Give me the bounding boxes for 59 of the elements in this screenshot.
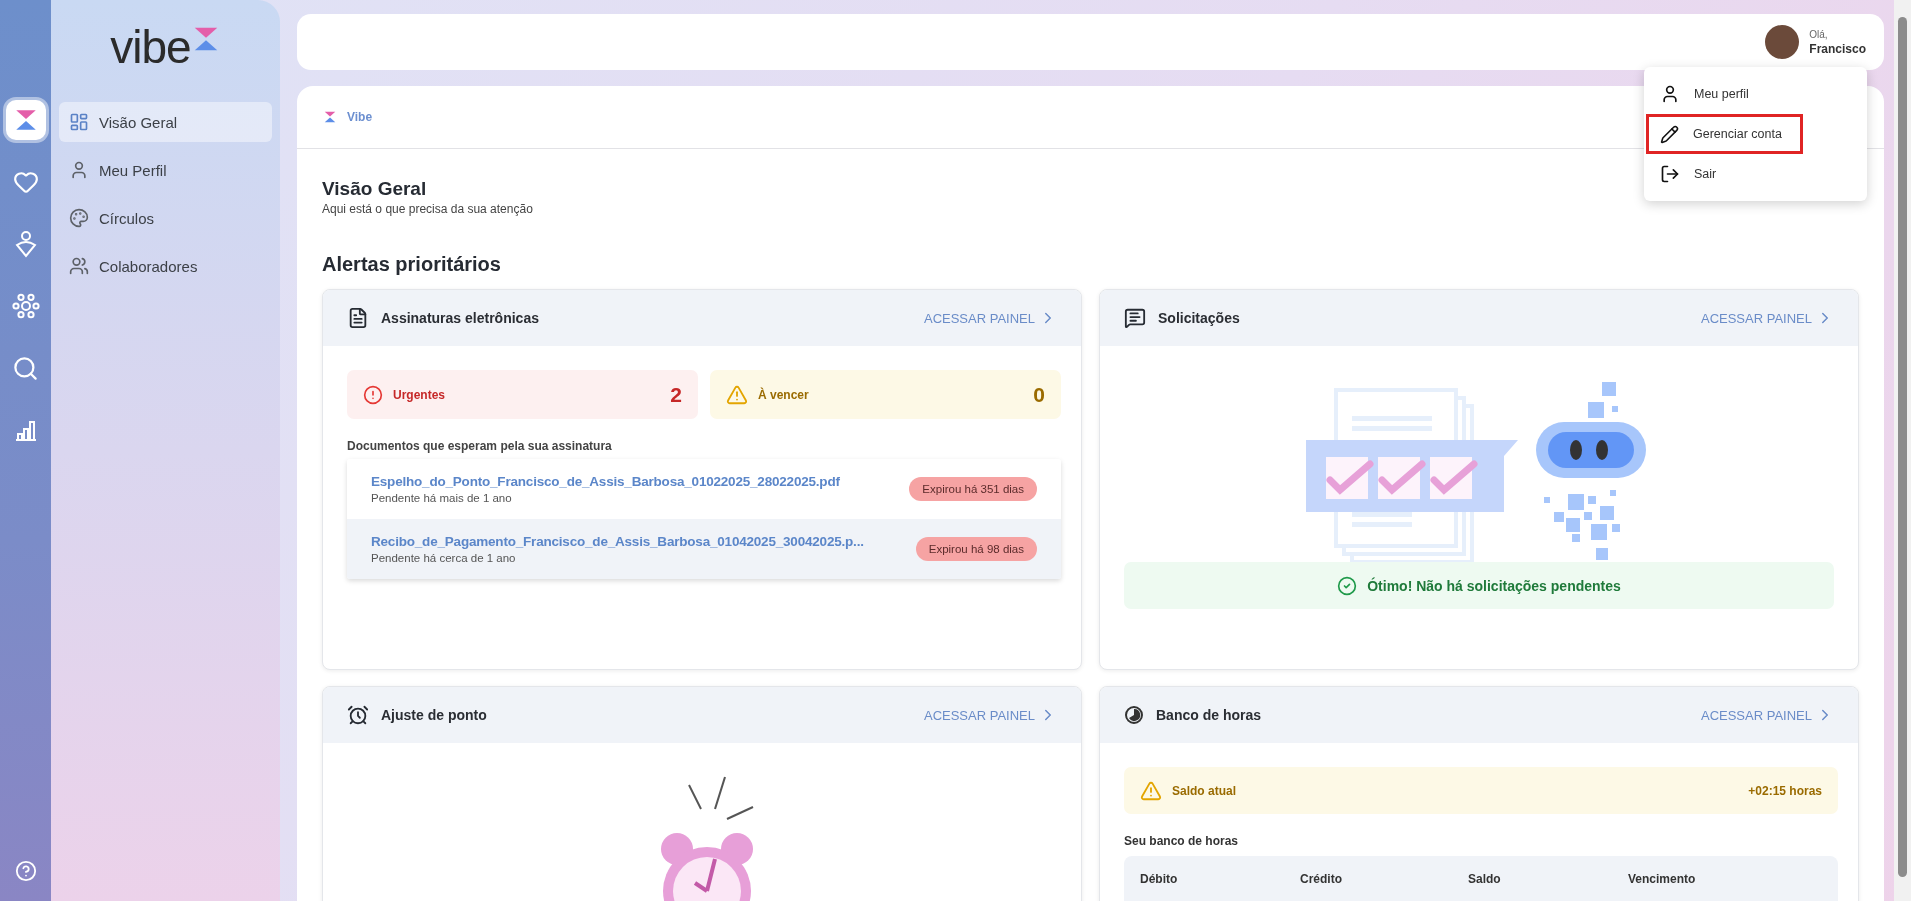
check-circle-icon [1337, 575, 1358, 596]
user-icon [1660, 84, 1680, 104]
warning-icon [1140, 779, 1162, 802]
column-header: Débito [1140, 872, 1179, 886]
sidebar-item[interactable]: Visão Geral [59, 102, 272, 142]
help-icon [14, 860, 37, 882]
search-icon [12, 354, 39, 382]
message-icon [1124, 307, 1146, 329]
documents-label: Documentos que esperam pela sua assinatura [347, 439, 613, 453]
balance-label: Saldo atual [1172, 783, 1237, 798]
counter-value: 2 [670, 382, 682, 407]
page-subtitle: Aqui está o que precisa da sua atenção [322, 201, 533, 217]
menu-item[interactable]: Meu perfil [1644, 74, 1867, 114]
alarm-clock-icon [347, 704, 369, 726]
card-title: Assinaturas eletrônicas [381, 310, 540, 326]
sidebar-item[interactable]: Círculos [59, 198, 272, 238]
avatar[interactable] [1765, 25, 1800, 59]
greeting: Olá, [1809, 28, 1829, 42]
document-status: Pendente há mais de 1 ano [371, 492, 513, 504]
warning-icon [726, 383, 748, 406]
brand-logo: vibe [110, 24, 191, 70]
heart-icon [12, 169, 39, 195]
user-name: Francisco [1809, 42, 1866, 56]
pie-icon [1124, 705, 1144, 725]
expired-badge: Expirou há 98 dias [915, 537, 1037, 561]
counter-label: À vencer [758, 387, 810, 402]
expired-badge: Expirou há 351 dias [909, 477, 1037, 501]
card-title: Ajuste de ponto [381, 707, 488, 723]
hub-icon [11, 292, 40, 320]
logo-mark-icon [323, 110, 337, 124]
section-title: Alertas prioritários [322, 252, 501, 277]
column-header: Crédito [1300, 872, 1343, 886]
sidebar-item[interactable]: Colaboradores [59, 246, 272, 286]
document-link[interactable]: Espelho_do_Ponto_Francisco_de_Assis_Barbosa_01022025_28022025.pdf [371, 474, 898, 489]
alert-icon [363, 384, 383, 405]
document-icon [347, 307, 369, 329]
column-header: Vencimento [1628, 872, 1697, 886]
balance-value: +02:15 horas [1748, 783, 1822, 798]
users-icon [69, 256, 89, 276]
dashboard-icon [69, 112, 89, 132]
bar-chart-icon [13, 418, 38, 442]
counter-value: 0 [1033, 382, 1045, 407]
pencil-icon [1660, 124, 1679, 144]
card-title: Solicitações [1158, 310, 1241, 326]
user-icon [69, 160, 89, 180]
sidebar-item[interactable]: Meu Perfil [59, 150, 272, 190]
success-message: Ótimo! Não há solicitações pendentes [1124, 562, 1834, 609]
column-header: Saldo [1468, 872, 1502, 886]
document-status: Pendente há cerca de 1 ano [371, 552, 517, 564]
table-label: Seu banco de horas [1124, 834, 1240, 848]
counter-label: Urgentes [393, 387, 446, 402]
rail-button[interactable] [5, 100, 46, 140]
card-title: Banco de horas [1156, 707, 1263, 723]
scrollbar[interactable] [1894, 0, 1911, 901]
page-title: Visão Geral [322, 177, 427, 201]
palette-icon [69, 208, 89, 228]
logout-icon [1660, 164, 1680, 184]
menu-item[interactable]: Sair [1644, 154, 1867, 194]
menu-item[interactable]: Gerenciar conta [1646, 114, 1803, 154]
